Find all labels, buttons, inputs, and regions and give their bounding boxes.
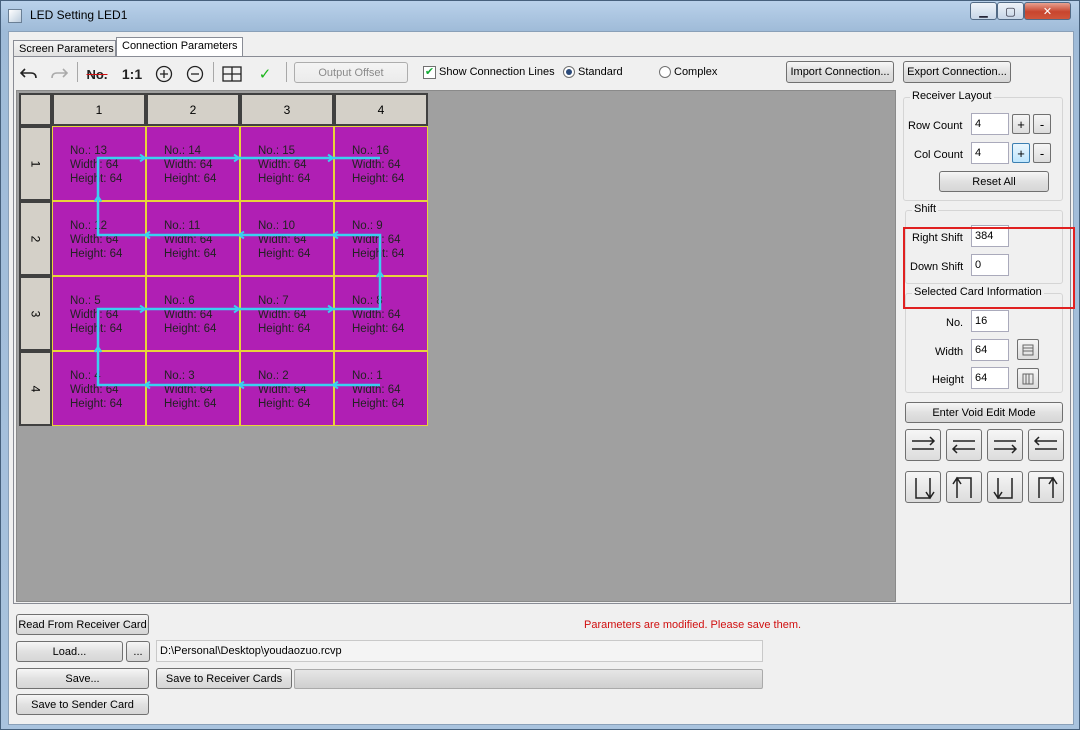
warning-message: Parameters are modified. Please save the… (584, 619, 802, 631)
void-edit-mode-button[interactable]: Enter Void Edit Mode (905, 402, 1063, 423)
standard-radio[interactable] (563, 66, 575, 78)
grid-icon[interactable] (221, 63, 243, 85)
show-lines-checkbox[interactable]: ✔ (423, 66, 436, 79)
show-lines-label: Show Connection Lines (439, 66, 555, 78)
col-up-icon[interactable] (946, 471, 982, 503)
row-right-icon[interactable] (905, 429, 941, 461)
export-connection-button[interactable]: Export Connection... (903, 61, 1011, 83)
card-width-label: Width (935, 346, 964, 358)
client-area: Screen Parameters Connection Parameters … (8, 31, 1075, 725)
save-button[interactable]: Save... (16, 668, 149, 689)
col-count-label: Col Count (914, 149, 963, 161)
read-receiver-card-button[interactable]: Read From Receiver Card (16, 614, 149, 635)
connection-canvas[interactable]: 1234 1234 No.: 13 Width: 64 Height: 64 No.:… (16, 90, 896, 602)
shift-title: Shift (912, 203, 939, 215)
progress-bar (294, 669, 763, 689)
toolbar-separator (213, 62, 214, 82)
browse-button[interactable]: ... (126, 641, 150, 662)
load-button[interactable]: Load... (16, 641, 123, 662)
app-window: LED Setting LED1 ▁ ▢ ✕ Screen Parameters… (0, 0, 1080, 730)
complex-label: Complex (674, 66, 718, 78)
col-down-alt-icon[interactable] (987, 471, 1023, 503)
row-left-alt-icon[interactable] (1028, 429, 1064, 461)
reset-all-button[interactable]: Reset All (939, 171, 1049, 192)
connection-panel: No. 1:1 ✓ Output Offset ✔ Show Connectio… (13, 56, 1075, 604)
zoom-in-icon[interactable] (153, 63, 175, 85)
shift-highlight-box (903, 227, 1075, 309)
row-left-icon[interactable] (946, 429, 982, 461)
output-offset-button[interactable]: Output Offset (294, 62, 408, 83)
save-to-sender-card-button[interactable]: Save to Sender Card (16, 694, 149, 715)
toolbar-separator (77, 62, 78, 82)
file-path-field[interactable]: D:\Personal\Desktop\youdaozuo.rcvp (156, 640, 763, 662)
col-count-field[interactable]: 4 (971, 142, 1009, 164)
check-icon[interactable]: ✓ (254, 63, 276, 85)
receiver-layout-group: Receiver Layout Row Count 4 + - Col Coun… (903, 90, 1063, 201)
zoom-out-icon[interactable] (184, 63, 206, 85)
row-increment-button[interactable]: + (1012, 114, 1030, 134)
standard-label: Standard (578, 66, 623, 78)
complex-radio[interactable] (659, 66, 671, 78)
numbering-icon[interactable]: No. (82, 63, 112, 85)
receiver-layout-title: Receiver Layout (910, 90, 994, 102)
row-right-alt-icon[interactable] (987, 429, 1023, 461)
app-icon (8, 9, 22, 23)
save-to-receiver-cards-button[interactable]: Save to Receiver Cards (156, 668, 292, 689)
redo-icon[interactable] (48, 63, 70, 85)
width-edit-icon[interactable] (1017, 339, 1039, 360)
row-count-field[interactable]: 4 (971, 113, 1009, 135)
col-decrement-button[interactable]: - (1033, 143, 1051, 163)
row-count-label: Row Count (908, 120, 963, 132)
card-no-label: No. (946, 317, 964, 329)
card-no-field[interactable]: 16 (971, 310, 1009, 332)
card-width-field[interactable]: 64 (971, 339, 1009, 361)
col-increment-button[interactable]: + (1012, 143, 1030, 163)
import-connection-button[interactable]: Import Connection... (786, 61, 894, 83)
undo-icon[interactable] (18, 63, 40, 85)
card-height-label: Height (932, 374, 964, 386)
connection-path (96, 156, 382, 387)
card-height-field[interactable]: 64 (971, 367, 1009, 389)
col-up-alt-icon[interactable] (1028, 471, 1064, 503)
toolbar-separator (286, 62, 287, 82)
maximize-button[interactable]: ▢ (997, 2, 1024, 20)
height-edit-icon[interactable] (1017, 368, 1039, 389)
row-decrement-button[interactable]: - (1033, 114, 1051, 134)
minimize-button[interactable]: ▁ (970, 2, 997, 20)
col-down-icon[interactable] (905, 471, 941, 503)
connection-lines (93, 153, 385, 390)
title-bar[interactable]: LED Setting LED1 ▁ ▢ ✕ (1, 1, 1079, 31)
ratio-button[interactable]: 1:1 (120, 63, 144, 85)
tab-screen-parameters[interactable]: Screen Parameters (13, 40, 116, 57)
close-button[interactable]: ✕ (1024, 2, 1071, 20)
tab-connection-parameters[interactable]: Connection Parameters (116, 37, 243, 57)
window-title: LED Setting LED1 (30, 8, 128, 22)
